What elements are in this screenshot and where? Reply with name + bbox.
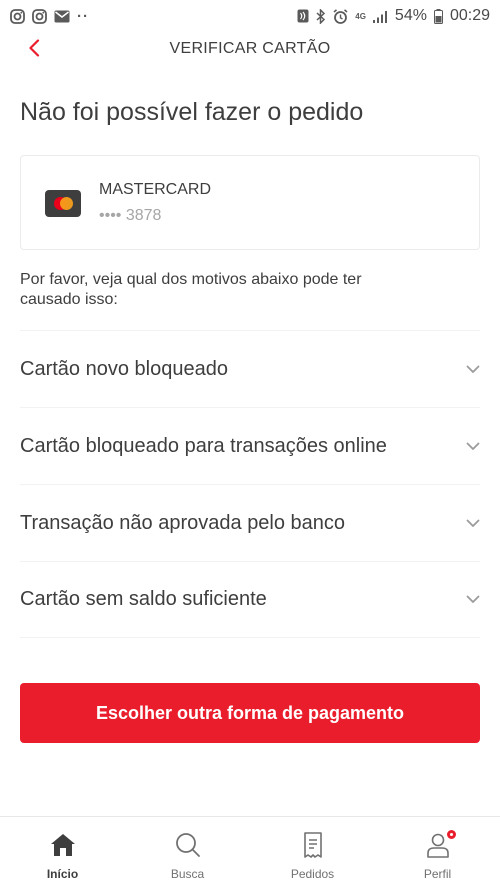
reason-label: Transação não aprovada pelo banco — [20, 511, 346, 534]
back-button[interactable] — [20, 36, 48, 64]
instagram-icon — [10, 8, 25, 24]
reason-label: Cartão novo bloqueado — [20, 357, 228, 380]
page-title: Não foi possível fazer o pedido — [20, 98, 364, 126]
bottom-nav: Início Busca Pedidos Perfil — [0, 816, 500, 889]
network-type: 4G — [355, 11, 366, 21]
clock: 00:29 — [449, 7, 490, 24]
chevron-down-icon — [466, 362, 480, 376]
header-title: VERIFICAR CARTÃO — [169, 40, 331, 57]
more-notifications-icon: ·· — [77, 7, 89, 25]
reason-label: Cartão bloqueado para transações online — [20, 434, 387, 457]
nav-item-search[interactable]: Busca — [125, 817, 250, 889]
chevron-down-icon — [466, 593, 480, 607]
nfc-icon — [297, 9, 309, 23]
card-number: •••• 3878 — [99, 207, 162, 224]
nav-label: Início — [46, 867, 79, 881]
status-bar-left: ·· — [10, 8, 89, 25]
reason-item-new-card-blocked[interactable]: Cartão novo bloqueado — [20, 330, 480, 407]
home-icon — [49, 831, 77, 859]
card-brand: MASTERCARD — [99, 181, 212, 198]
orders-icon — [299, 831, 327, 859]
mail-icon — [54, 10, 70, 23]
card-summary: MASTERCARD •••• 3878 — [20, 155, 480, 250]
reason-label: Cartão sem saldo suficiente — [20, 588, 267, 610]
nav-label: Pedidos — [290, 867, 335, 881]
signal-icon — [372, 10, 388, 23]
choose-other-payment-button[interactable]: Escolher outra forma de pagamento — [20, 683, 480, 743]
reasons-hint: Por favor, veja qual dos motivos abaixo … — [20, 271, 362, 308]
nav-item-profile[interactable]: Perfil — [375, 817, 500, 889]
status-bar: ·· 4G 54% 00:29 — [0, 0, 500, 32]
bluetooth-icon — [316, 8, 326, 24]
app-header: VERIFICAR CARTÃO — [0, 32, 500, 66]
alarm-icon — [333, 8, 348, 24]
chevron-left-icon — [28, 38, 40, 62]
notification-badge — [444, 828, 458, 841]
nav-label: Busca — [170, 867, 205, 881]
battery-percent: 54% — [394, 7, 427, 24]
reason-item-online-blocked[interactable]: Cartão bloqueado para transações online — [20, 407, 480, 484]
chevron-down-icon — [466, 439, 480, 453]
battery-icon — [433, 8, 443, 24]
mastercard-icon — [45, 190, 81, 217]
chevron-down-icon — [466, 516, 480, 530]
reason-item-insufficient-funds[interactable]: Cartão sem saldo suficiente — [20, 561, 480, 638]
reasons-list: Cartão novo bloqueado Cartão bloqueado p… — [20, 330, 480, 638]
status-bar-right: 4G 54% 00:29 — [297, 7, 490, 25]
nav-label: Perfil — [423, 867, 452, 881]
nav-item-home[interactable]: Início — [0, 817, 125, 889]
instagram-icon — [32, 8, 47, 24]
nav-item-orders[interactable]: Pedidos — [250, 817, 375, 889]
search-icon — [174, 831, 202, 859]
reason-item-bank-declined[interactable]: Transação não aprovada pelo banco — [20, 484, 480, 561]
profile-icon — [424, 828, 458, 859]
